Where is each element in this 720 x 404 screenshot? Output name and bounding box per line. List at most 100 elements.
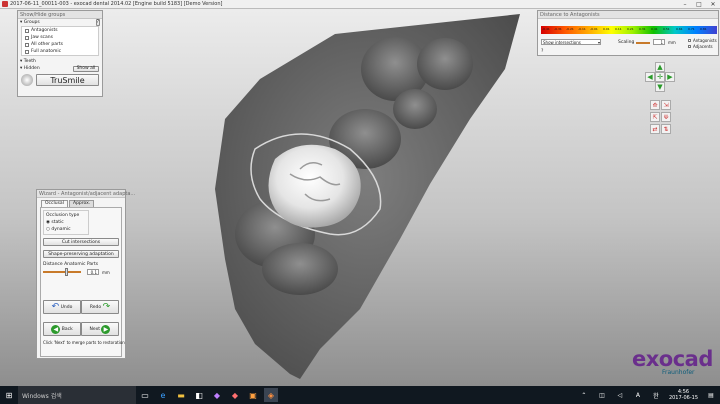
show-hide-panel: Show/Hide groups ▾ Groups ? Antagonists …	[17, 10, 103, 97]
window-title: 2017-06-11_00011-003 - exocad dental 201…	[10, 1, 223, 7]
volume-icon[interactable]: ◁	[613, 388, 627, 402]
next-arrow-icon: ▶	[101, 324, 111, 334]
minimize-button[interactable]: –	[678, 0, 692, 9]
view-bottom-icon[interactable]: ⇅	[661, 124, 671, 134]
group-item-antagonists[interactable]: Antagonists	[25, 27, 98, 34]
antagonists-checkbox[interactable]: Antagonists	[688, 38, 717, 43]
exocad-taskbar-icon[interactable]: ◈	[264, 388, 278, 402]
view-right-icon[interactable]: ⟱	[661, 112, 671, 122]
redo-button[interactable]: Redo ↷	[81, 300, 119, 314]
rotate-up-icon[interactable]: ▲	[655, 62, 665, 72]
checkbox[interactable]	[25, 28, 29, 33]
distance-value: 0.1	[90, 270, 97, 275]
radio-icon[interactable]: ○	[46, 227, 50, 232]
radio-static[interactable]: ◉ static	[46, 219, 86, 226]
adjacents-checkbox[interactable]: Adjacents	[688, 44, 713, 49]
app-icon-1[interactable]: ◆	[210, 388, 224, 402]
shape-preserving-button[interactable]: Shape-preserving adaptation	[43, 250, 119, 258]
colorbar-tick: -0.31	[554, 27, 562, 31]
back-button[interactable]: ◀ Back	[43, 322, 81, 336]
radio-dynamic[interactable]: ○ dynamic	[46, 226, 86, 233]
ime-lang-indicator[interactable]: A	[631, 388, 645, 402]
app-icon-2[interactable]: ◆	[228, 388, 242, 402]
groups-row[interactable]: ▾ Groups ?	[18, 19, 102, 26]
back-label: Back	[61, 326, 73, 332]
system-tray-chevron-icon[interactable]: ⌃	[577, 388, 591, 402]
radio-selected-icon[interactable]: ◉	[46, 220, 50, 225]
group-label: Full anatomic	[31, 49, 62, 54]
group-item-other-parts[interactable]: All other parts	[25, 41, 98, 48]
distance-label: Distance Anatomic Parts	[43, 262, 99, 267]
occlusion-type-group: Occlusion type ◉ static ○ dynamic	[43, 210, 89, 235]
view-back-icon[interactable]: ⇄	[650, 124, 660, 134]
checkbox-label: Adjacents	[693, 44, 713, 49]
collapse-icon[interactable]: ▾	[20, 59, 22, 64]
teeth-row[interactable]: ▾ Teeth	[18, 58, 102, 65]
collapse-icon[interactable]: ▾	[20, 66, 22, 71]
collapse-icon[interactable]: ▾	[20, 20, 22, 25]
distance-input[interactable]: 0.1	[87, 269, 99, 275]
scaling-unit: mm	[668, 40, 676, 45]
colorbar-tick: 0.01	[603, 27, 610, 31]
colorbar-tick: 0.81	[700, 27, 707, 31]
adjacent-tooth	[417, 38, 473, 90]
store-icon[interactable]: ◧	[192, 388, 206, 402]
view-top-icon[interactable]: ⟰	[650, 100, 660, 110]
rotate-right-icon[interactable]: ▶	[665, 72, 675, 82]
rotate-left-icon[interactable]: ◀	[645, 72, 655, 82]
windows-start-icon[interactable]: ⊞	[2, 388, 16, 402]
hidden-label: Hidden	[23, 66, 40, 71]
distance-slider[interactable]	[43, 268, 81, 276]
checkbox[interactable]	[25, 49, 29, 54]
ime-mode-indicator[interactable]: 한	[649, 388, 663, 402]
group-item-full-anatomic[interactable]: Full anatomic	[25, 48, 98, 55]
checkbox[interactable]	[688, 45, 691, 48]
panel-header: Show/Hide groups	[18, 11, 102, 19]
app-icon-3[interactable]: ▣	[246, 388, 260, 402]
taskbar-clock[interactable]: 4:56 2017-06-15	[669, 389, 698, 401]
notification-icon[interactable]: ▤	[704, 388, 718, 402]
undo-icon: ↶	[51, 302, 60, 312]
view-left-icon[interactable]: ⇱	[650, 112, 660, 122]
group-title: Occlusion type	[46, 213, 80, 218]
checkbox[interactable]	[688, 39, 691, 42]
show-all-button[interactable]: Show all	[73, 65, 99, 72]
network-icon[interactable]: ◫	[595, 388, 609, 402]
undo-label: Undo	[60, 304, 73, 310]
wizard-hint: Click 'Next' to merge parts to restorati…	[43, 340, 125, 345]
reset-view-icon[interactable]: ✛	[655, 72, 665, 82]
cut-intersections-button[interactable]: Cut intersections	[43, 238, 119, 246]
maximize-button[interactable]: □	[692, 0, 706, 9]
intersections-select[interactable]: Show intersections ▾	[541, 39, 601, 45]
group-label: Jaw scans	[31, 35, 53, 40]
view-front-icon[interactable]: ⇲	[661, 100, 671, 110]
select-value: Show intersections	[543, 40, 581, 45]
task-view-icon[interactable]: ▭	[138, 388, 152, 402]
3d-viewport[interactable]: Show/Hide groups ▾ Groups ? Antagonists …	[0, 9, 720, 386]
hidden-row: ▾ Hidden Show all	[18, 65, 102, 72]
tooth-icon	[21, 74, 33, 86]
file-explorer-icon[interactable]: ▬	[174, 388, 188, 402]
edge-icon[interactable]: e	[156, 388, 170, 402]
clock-date: 2017-06-15	[668, 395, 698, 401]
tab-occlusal[interactable]: Occlusal	[41, 200, 68, 207]
help-button[interactable]: ?	[95, 19, 100, 26]
slider-thumb[interactable]	[65, 268, 68, 276]
checkbox[interactable]	[25, 35, 29, 40]
checkbox[interactable]	[25, 42, 29, 47]
close-button[interactable]: ✕	[706, 0, 720, 9]
taskbar-search-input[interactable]: Windows 검색	[18, 386, 136, 404]
next-button[interactable]: Next ▶	[81, 322, 119, 336]
help-button[interactable]: ?	[541, 49, 543, 54]
tab-approx[interactable]: Approx.	[69, 200, 95, 207]
restoration-tooth	[268, 144, 361, 228]
distance-panel: Distance to Antagonists -0.41 -0.31 -0.2…	[537, 10, 719, 56]
group-item-jaw-scans[interactable]: Jaw scans	[25, 34, 98, 41]
scaling-input[interactable]: 1	[653, 39, 665, 45]
colorbar-tick: -0.41	[542, 27, 550, 31]
radio-label: static	[51, 220, 64, 225]
trusmile-button[interactable]: TruSmile	[36, 74, 99, 86]
rotate-down-icon[interactable]: ▼	[655, 82, 665, 92]
undo-button[interactable]: ↶ Undo	[43, 300, 81, 314]
scaling-slider[interactable]	[636, 42, 650, 44]
